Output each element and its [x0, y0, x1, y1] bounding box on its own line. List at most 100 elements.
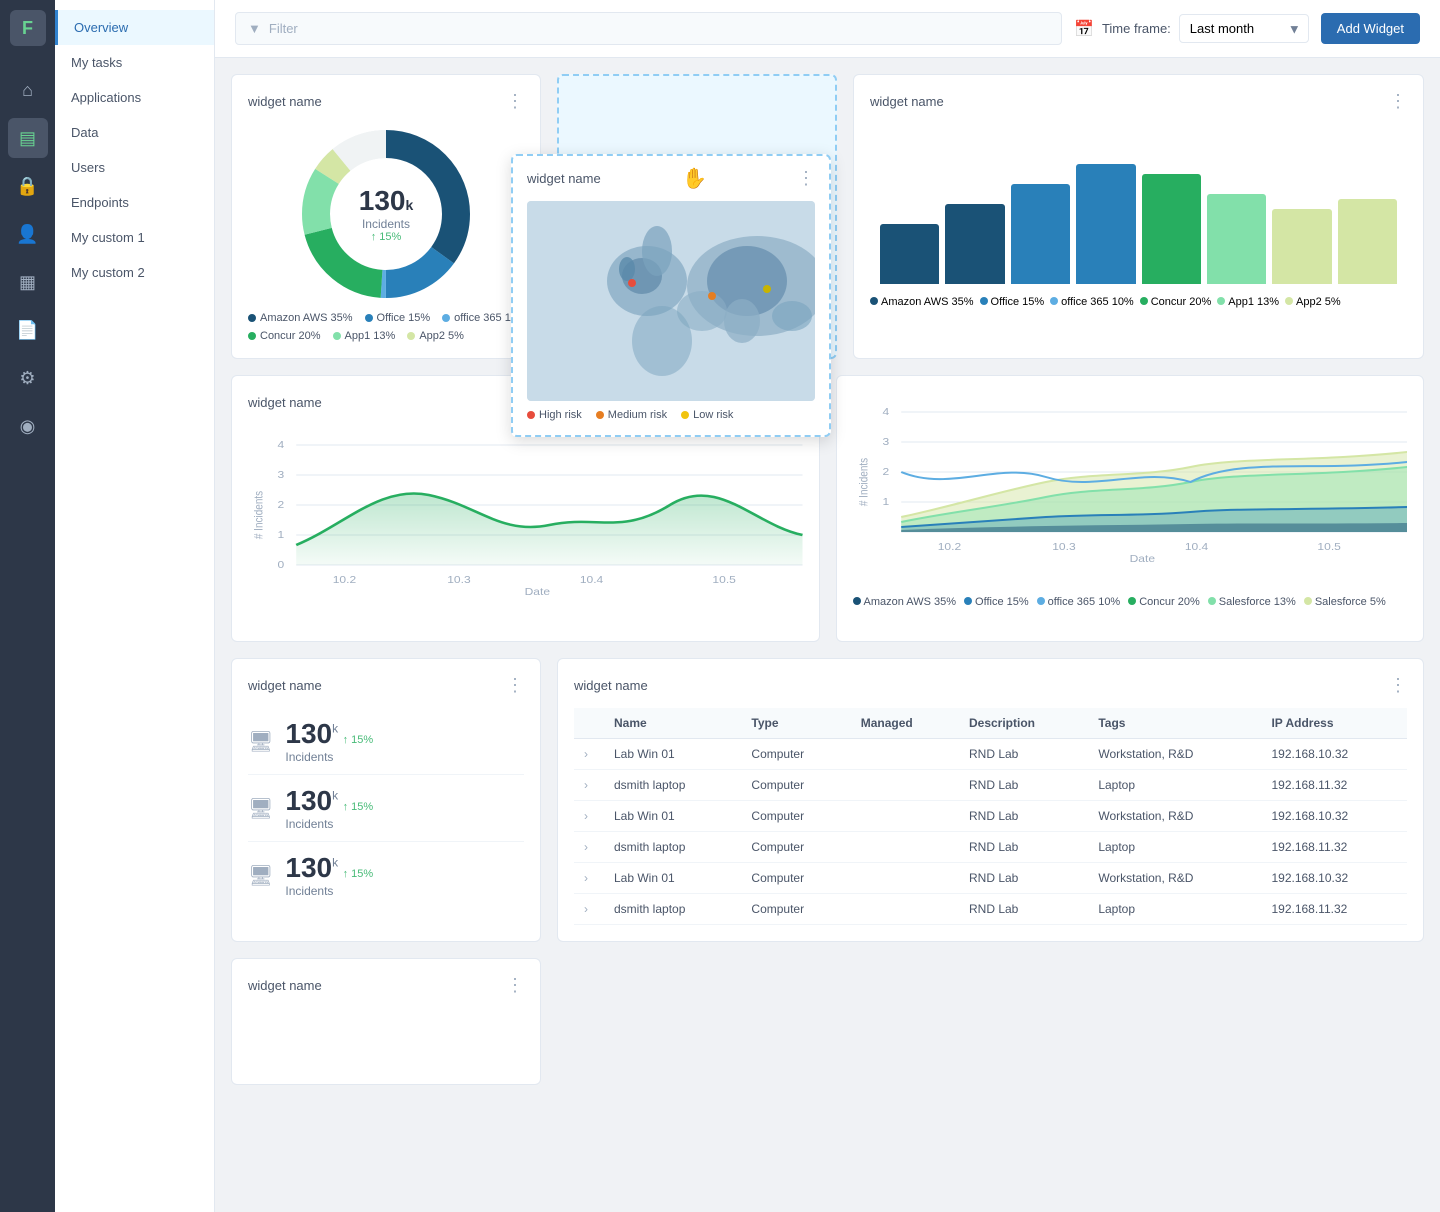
sidebar: F ⌂ ▤ 🔒 👤 ▦ 📄 ⚙ ◉ [0, 0, 55, 1212]
expand-icon[interactable]: › [584, 902, 588, 916]
table-row[interactable]: ›Lab Win 01ComputerRND LabWorkstation, R… [574, 863, 1407, 894]
widget4-title: widget name [248, 678, 322, 693]
svg-text:3: 3 [882, 437, 889, 448]
table-column-header: IP Address [1261, 708, 1407, 739]
table-row[interactable]: ›dsmith laptopComputerRND LabLaptop192.1… [574, 894, 1407, 925]
bar [880, 224, 939, 284]
table-row[interactable]: ›Lab Win 01ComputerRND LabWorkstation, R… [574, 739, 1407, 770]
svg-text:10.3: 10.3 [1052, 542, 1075, 553]
bar-legend: Amazon AWS 35%Office 15%office 365 10%Co… [870, 296, 1407, 308]
table-cell: Computer [741, 770, 850, 801]
filter-bar[interactable]: ▼ Filter [235, 12, 1062, 45]
table-cell: Lab Win 01 [604, 801, 741, 832]
floating-widget-header[interactable]: widget name ✋ ⋮ [513, 156, 829, 201]
bar [1338, 199, 1397, 284]
table-cell: 192.168.10.32 [1261, 801, 1407, 832]
table-cell [851, 739, 959, 770]
expand-icon[interactable]: › [584, 840, 588, 854]
floating-map-widget[interactable]: widget name ✋ ⋮ [511, 154, 831, 437]
users-icon[interactable]: 👤 [8, 214, 48, 254]
expand-icon[interactable]: › [584, 778, 588, 792]
nav-item-my-custom-1[interactable]: My custom 1 [55, 220, 214, 255]
table-cell: Workstation, R&D [1088, 801, 1261, 832]
layers-icon[interactable]: ▦ [8, 262, 48, 302]
widget1-menu[interactable]: ⋮ [506, 91, 524, 112]
nav-item-applications[interactable]: Applications [55, 80, 214, 115]
map-legend: High riskMedium riskLow risk [527, 409, 815, 421]
table-row[interactable]: ›dsmith laptopComputerRND LabLaptop192.1… [574, 832, 1407, 863]
table-cell: RND Lab [959, 770, 1088, 801]
expand-icon[interactable]: › [584, 747, 588, 761]
table-cell: RND Lab [959, 832, 1088, 863]
widget3-title: widget name [248, 395, 322, 410]
nav-item-endpoints[interactable]: Endpoints [55, 185, 214, 220]
map-legend-item: Medium risk [596, 409, 667, 421]
table-cell [851, 894, 959, 925]
widget2-menu[interactable]: ⋮ [1389, 91, 1407, 112]
nav-item-overview[interactable]: Overview [55, 10, 214, 45]
world-map-svg [527, 201, 815, 401]
table-cell [851, 801, 959, 832]
app-logo[interactable]: F [10, 10, 46, 46]
widget-line2: 4 3 2 1 1 [836, 375, 1425, 642]
add-widget-button[interactable]: Add Widget [1321, 13, 1420, 44]
gear-icon[interactable]: ⚙ [8, 358, 48, 398]
legend-item: App2 5% [407, 330, 464, 342]
fingerprint-icon[interactable]: ◉ [8, 406, 48, 446]
svg-text:# Incidents: # Incidents [253, 490, 266, 539]
widget6-menu[interactable]: ⋮ [506, 975, 524, 996]
table-cell: Computer [741, 832, 850, 863]
stat-label: Incidents [285, 817, 373, 831]
bar [1076, 164, 1135, 284]
svg-text:10.5: 10.5 [712, 575, 735, 586]
nav-item-my-tasks[interactable]: My tasks [55, 45, 214, 80]
table-cell: Computer [741, 801, 850, 832]
bar-chart [870, 124, 1407, 284]
legend-item: App1 13% [333, 330, 396, 342]
table-column-header: Description [959, 708, 1088, 739]
table-cell: Workstation, R&D [1088, 863, 1261, 894]
table-row[interactable]: › Lab Win 01Computer RND LabWorkstation, R… [574, 801, 1407, 832]
home-icon[interactable]: ⌂ [8, 70, 48, 110]
svg-text:4: 4 [882, 407, 889, 418]
table-cell: Laptop [1088, 770, 1261, 801]
nav-item-users[interactable]: Users [55, 150, 214, 185]
widget4-menu[interactable]: ⋮ [506, 675, 524, 696]
svg-text:3: 3 [277, 470, 284, 481]
table-cell: Lab Win 01 [604, 739, 741, 770]
map-widget-menu[interactable]: ⋮ [797, 168, 815, 189]
table-cell: 192.168.11.32 [1261, 770, 1407, 801]
widget-row-4: widget name ⋮ [231, 958, 1424, 1085]
line2-legend: Amazon AWS 35% Office 15% office 365 10%… [853, 596, 1408, 608]
map-container [527, 201, 815, 401]
widget-bar: widget name ⋮ Amazon AWS 35%Office 15%of… [853, 74, 1424, 359]
filter-icon: ▼ [248, 21, 261, 36]
timeframe-section: 📅 Time frame: Last weekLast monthLast 3 … [1074, 14, 1309, 43]
nav-item-data[interactable]: Data [55, 115, 214, 150]
timeframe-select[interactable]: Last weekLast monthLast 3 monthsLast yea… [1179, 14, 1309, 43]
legend-item: Office 15% [365, 312, 431, 324]
chart-icon[interactable]: ▤ [8, 118, 48, 158]
svg-text:Date: Date [1129, 554, 1154, 562]
doc-icon[interactable]: 📄 [8, 310, 48, 350]
table-cell: RND Lab [959, 801, 1088, 832]
widget1-title: widget name [248, 94, 322, 109]
widget-row-3: widget name ⋮ 🖥 130k ↑ 15% Incidents 🖥 1… [231, 658, 1424, 942]
widget2-title: widget name [870, 94, 944, 109]
expand-icon[interactable]: › [584, 809, 588, 823]
table-cell: Laptop [1088, 832, 1261, 863]
stat-row: 🖥 130k ↑ 15% Incidents [248, 775, 524, 842]
widget5-menu[interactable]: ⋮ [1389, 675, 1407, 696]
nav-item-my-custom-2[interactable]: My custom 2 [55, 255, 214, 290]
lock-icon[interactable]: 🔒 [8, 166, 48, 206]
table-cell: RND Lab [959, 863, 1088, 894]
table-cell: dsmith laptop [604, 770, 741, 801]
svg-text:2: 2 [277, 500, 284, 511]
table-cell: 192.168.10.32 [1261, 739, 1407, 770]
calendar-icon: 📅 [1074, 19, 1094, 39]
legend-item: office 365 1% [442, 312, 520, 324]
bar-legend-item: Amazon AWS 35% [870, 296, 974, 308]
expand-icon[interactable]: › [584, 871, 588, 885]
dashboard-content: widget name ⋮ 130k [215, 58, 1440, 1117]
table-row[interactable]: › dsmith laptopComputer RND LabLaptop192.1… [574, 770, 1407, 801]
